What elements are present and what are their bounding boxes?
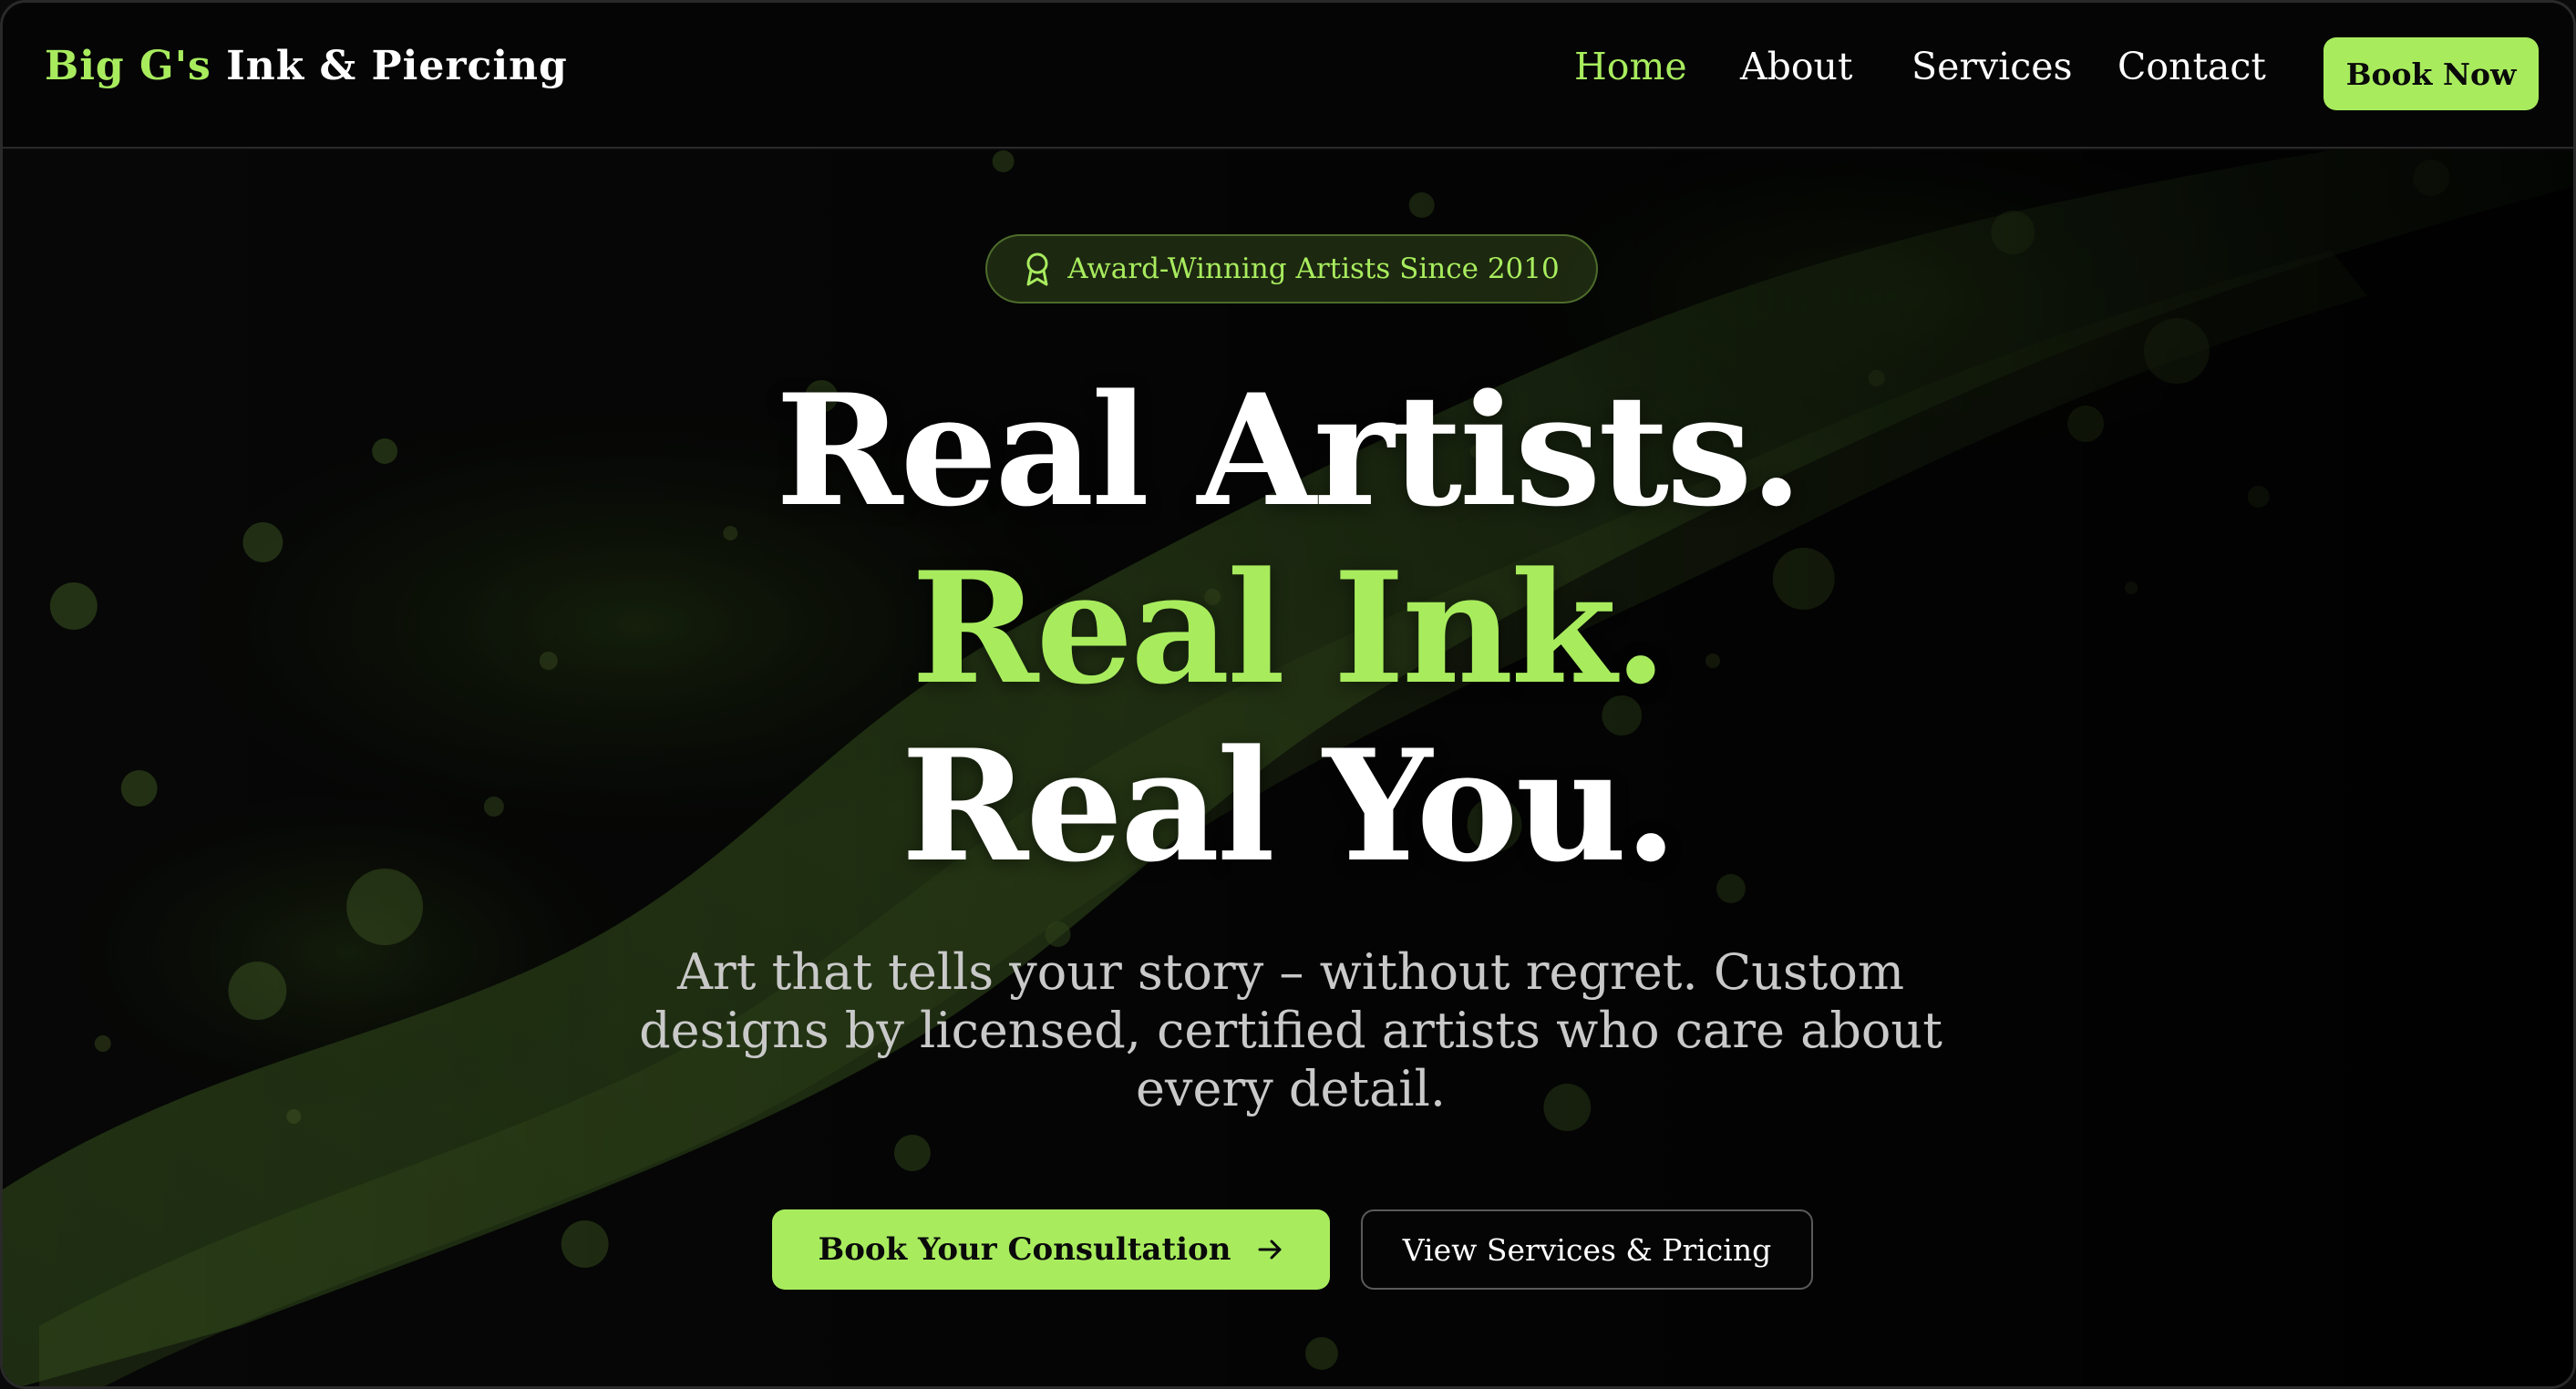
award-icon <box>1026 252 1048 286</box>
site-header: Big G's Ink & Piercing Home About Servic… <box>3 3 2573 149</box>
view-services-button[interactable]: View Services & Pricing <box>1361 1209 1813 1290</box>
headline-line-1: Real Artists. <box>775 360 1803 540</box>
browser-frame: Big G's Ink & Piercing Home About Servic… <box>0 0 2576 1389</box>
nav-about[interactable]: About <box>1740 45 1852 99</box>
award-badge-text: Award-Winning Artists Since 2010 <box>1067 252 1560 285</box>
hero-subtext: Art that tells your story – without regr… <box>639 943 1942 1117</box>
logo-accent: Big G's <box>45 43 211 89</box>
site-logo[interactable]: Big G's Ink & Piercing <box>45 43 568 89</box>
nav-contact[interactable]: Contact <box>2117 45 2266 99</box>
award-badge: Award-Winning Artists Since 2010 <box>985 234 1598 304</box>
arrow-right-icon <box>1258 1240 1282 1260</box>
book-now-button[interactable]: Book Now <box>2324 37 2539 110</box>
logo-main: Ink & Piercing <box>226 43 568 89</box>
nav-home[interactable]: Home <box>1574 45 1687 99</box>
nav-services[interactable]: Services <box>1911 45 2073 99</box>
hero-section: Award-Winning Artists Since 2010 Real Ar… <box>3 150 2573 1386</box>
headline-line-3: Real You. <box>901 715 1678 896</box>
headline-line-2: Real Ink. <box>911 538 1667 718</box>
book-consultation-label: Book Your Consultation <box>818 1231 1231 1268</box>
book-consultation-button[interactable]: Book Your Consultation <box>772 1209 1330 1290</box>
